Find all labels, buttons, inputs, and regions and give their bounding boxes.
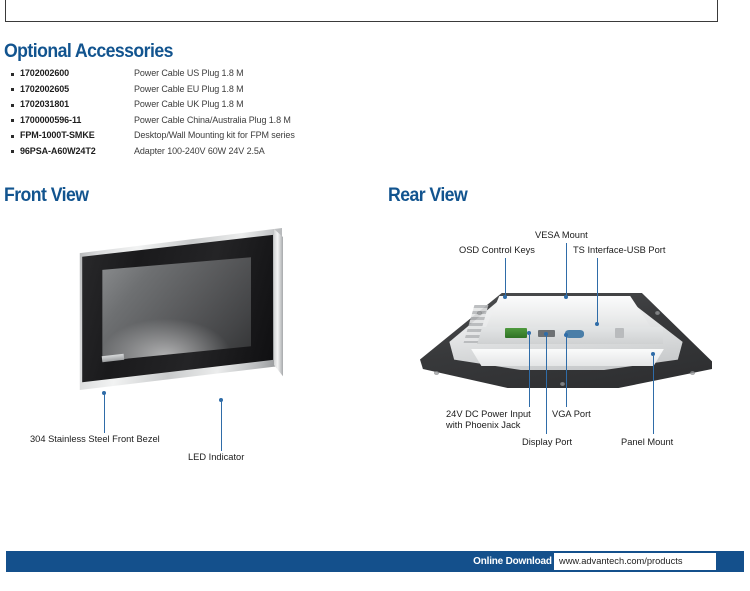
leader-dot-vesa-mount bbox=[564, 295, 568, 299]
callout-vesa-mount: VESA Mount bbox=[535, 230, 588, 240]
leader-dot-power-input bbox=[527, 331, 531, 335]
mount-screw-icon bbox=[434, 371, 439, 375]
optional-accessories-list: 1702002600 Power Cable US Plug 1.8 M 170… bbox=[6, 66, 426, 160]
accessory-description: Power Cable EU Plug 1.8 M bbox=[134, 83, 244, 94]
accessory-sku: 1702002600 bbox=[20, 68, 70, 78]
list-item: 96PSA-A60W24T2 Adapter 100-240V 60W 24V … bbox=[6, 144, 426, 160]
accessory-sku: FPM-1000T-SMKE bbox=[20, 130, 95, 141]
accessory-description: Power Cable UK Plug 1.8 M bbox=[134, 99, 244, 110]
list-item: 1702031801 Power Cable UK Plug 1.8 M bbox=[6, 97, 426, 113]
online-download-url-text[interactable]: www.advantech.com/products bbox=[559, 556, 683, 566]
leader-line-display-port bbox=[546, 336, 547, 434]
accessory-description: Power Cable US Plug 1.8 M bbox=[134, 68, 244, 78]
front-view-product-image bbox=[60, 228, 290, 398]
accessory-sku: 1700000596-11 bbox=[20, 114, 82, 125]
footer-bar: Online Download www.advantech.com/produc… bbox=[6, 551, 744, 572]
accessory-sku: 96PSA-A60W24T2 bbox=[20, 145, 96, 156]
callout-osd-control-keys: OSD Control Keys bbox=[459, 245, 535, 255]
accessory-description: Adapter 100-240V 60W 24V 2.5A bbox=[134, 145, 265, 156]
bullet-square-icon bbox=[11, 134, 14, 138]
optional-accessories-heading: Optional Accessories bbox=[4, 41, 173, 62]
list-item: 1702002600 Power Cable US Plug 1.8 M bbox=[6, 66, 426, 82]
callout-power-line-1: 24V DC Power Input bbox=[446, 409, 531, 419]
callout-vga-port: VGA Port bbox=[552, 409, 591, 419]
panel-cutout-spec-box: Panel Cutout Dimensions: 382 x 328 mm (1… bbox=[5, 0, 718, 22]
mount-screw-icon bbox=[655, 311, 660, 315]
leader-dot-osd-control-keys bbox=[503, 295, 507, 299]
rear-bottom-rail bbox=[471, 349, 664, 366]
leader-dot-vga-port bbox=[564, 333, 568, 337]
leader-dot-panel-mount bbox=[651, 352, 655, 356]
display-screen bbox=[102, 257, 251, 362]
bullet-square-icon bbox=[11, 72, 14, 76]
leader-dot-display-port bbox=[544, 332, 548, 336]
leader-line-osd-control-keys bbox=[505, 258, 506, 297]
bullet-square-icon bbox=[11, 150, 14, 154]
bullet-square-icon bbox=[11, 119, 14, 123]
bullet-square-icon bbox=[11, 88, 14, 92]
accessory-description: Desktop/Wall Mounting kit for FPM series bbox=[134, 130, 295, 141]
mount-screw-icon bbox=[560, 382, 565, 386]
rear-view-heading: Rear View bbox=[388, 185, 468, 206]
online-download-url-box[interactable]: www.advantech.com/products bbox=[554, 553, 716, 570]
leader-dot-ts-usb bbox=[595, 322, 599, 326]
list-item: 1702002605 Power Cable EU Plug 1.8 M bbox=[6, 82, 426, 98]
callout-panel-mount: Panel Mount bbox=[621, 437, 674, 447]
usb-port-connector bbox=[615, 328, 624, 338]
leader-line-vesa-mount bbox=[566, 243, 567, 297]
leader-line-led bbox=[221, 401, 222, 451]
accessory-description: Power Cable China/Australia Plug 1.8 M bbox=[134, 114, 291, 125]
callout-display-port: Display Port bbox=[522, 437, 573, 447]
callout-24v-dc-power-input: 24V DC Power Input with Phoenix Jack bbox=[446, 409, 531, 431]
online-download-label: Online Download bbox=[473, 555, 552, 567]
callout-led-indicator: LED Indicator bbox=[188, 452, 245, 462]
mount-screw-icon bbox=[477, 311, 482, 315]
list-item: FPM-1000T-SMKE Desktop/Wall Mounting kit… bbox=[6, 128, 426, 144]
accessory-sku: 1702031801 bbox=[20, 99, 70, 110]
leader-line-power-input bbox=[529, 335, 530, 407]
list-item: 1700000596-11 Power Cable China/Australi… bbox=[6, 113, 426, 129]
callout-power-line-2: with Phoenix Jack bbox=[446, 420, 521, 430]
accessory-sku: 1702002605 bbox=[20, 83, 70, 94]
leader-line-vga-port bbox=[566, 337, 567, 407]
phoenix-power-terminal bbox=[505, 328, 527, 338]
callout-stainless-steel-front-bezel: 304 Stainless Steel Front Bezel bbox=[30, 434, 160, 444]
mount-screw-icon bbox=[690, 371, 695, 375]
bezel-side-edge bbox=[274, 229, 283, 377]
front-view-heading: Front View bbox=[4, 185, 89, 206]
bullet-square-icon bbox=[11, 103, 14, 107]
leader-line-panel-mount bbox=[653, 356, 654, 434]
leader-line-bezel bbox=[104, 394, 105, 433]
leader-line-ts-usb bbox=[597, 258, 598, 324]
callout-ts-interface-usb-port: TS Interface-USB Port bbox=[573, 245, 666, 255]
